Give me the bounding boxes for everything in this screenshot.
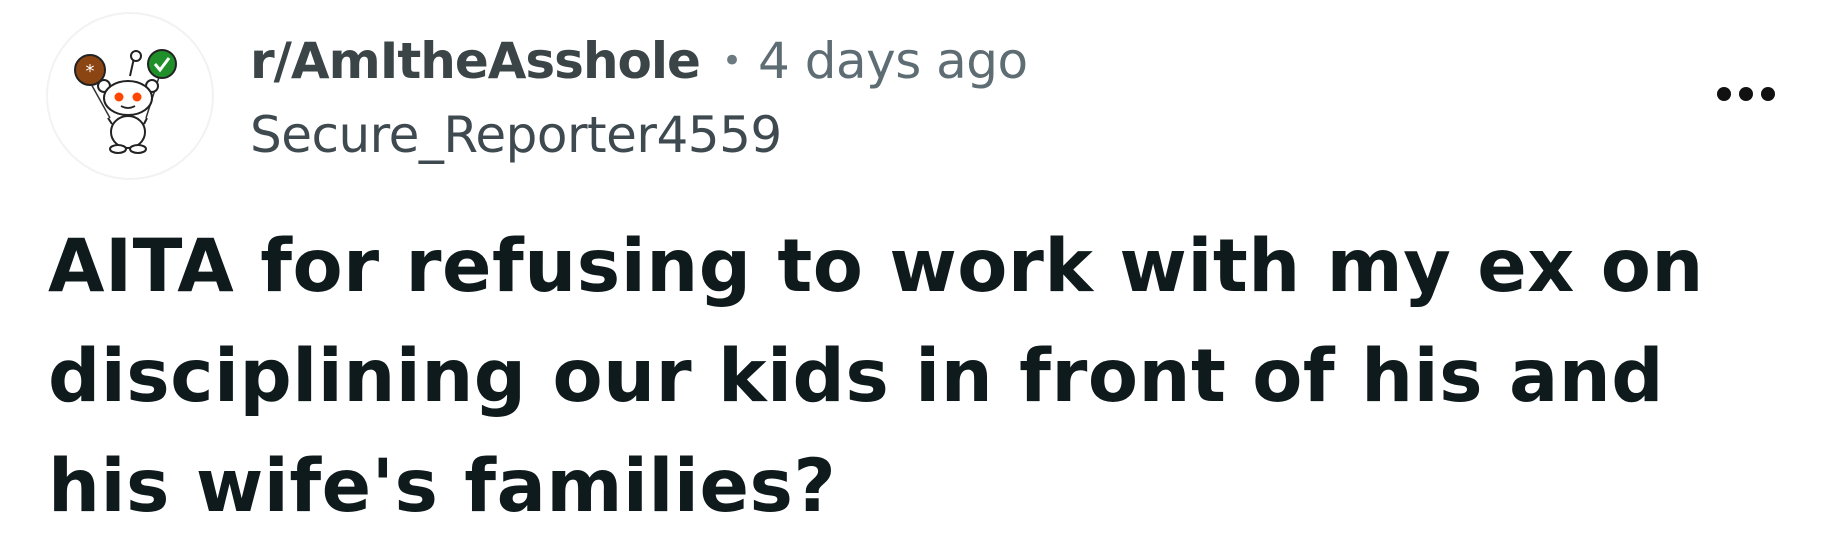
post-age: 4 days ago (758, 32, 1028, 90)
post-meta: r/AmItheAsshole • 4 days ago (250, 26, 1028, 96)
more-options-button[interactable] (1704, 64, 1788, 124)
more-options-icon (1739, 87, 1753, 101)
subreddit-link[interactable]: r/AmItheAsshole (250, 32, 701, 90)
meta-separator: • (721, 41, 743, 81)
author-link[interactable]: Secure_Reporter4559 (250, 106, 782, 164)
snoo-avatar-icon: * (74, 49, 177, 154)
svg-text:*: * (86, 61, 95, 82)
post-title[interactable]: AITA for refusing to work with my ex on … (48, 212, 1798, 542)
post-card[interactable]: * r/AmItheAsshole • 4 days ago Secure_Re… (0, 0, 1825, 560)
subreddit-avatar[interactable]: * (48, 14, 212, 178)
more-options-icon (1717, 87, 1731, 101)
more-options-icon (1761, 87, 1775, 101)
